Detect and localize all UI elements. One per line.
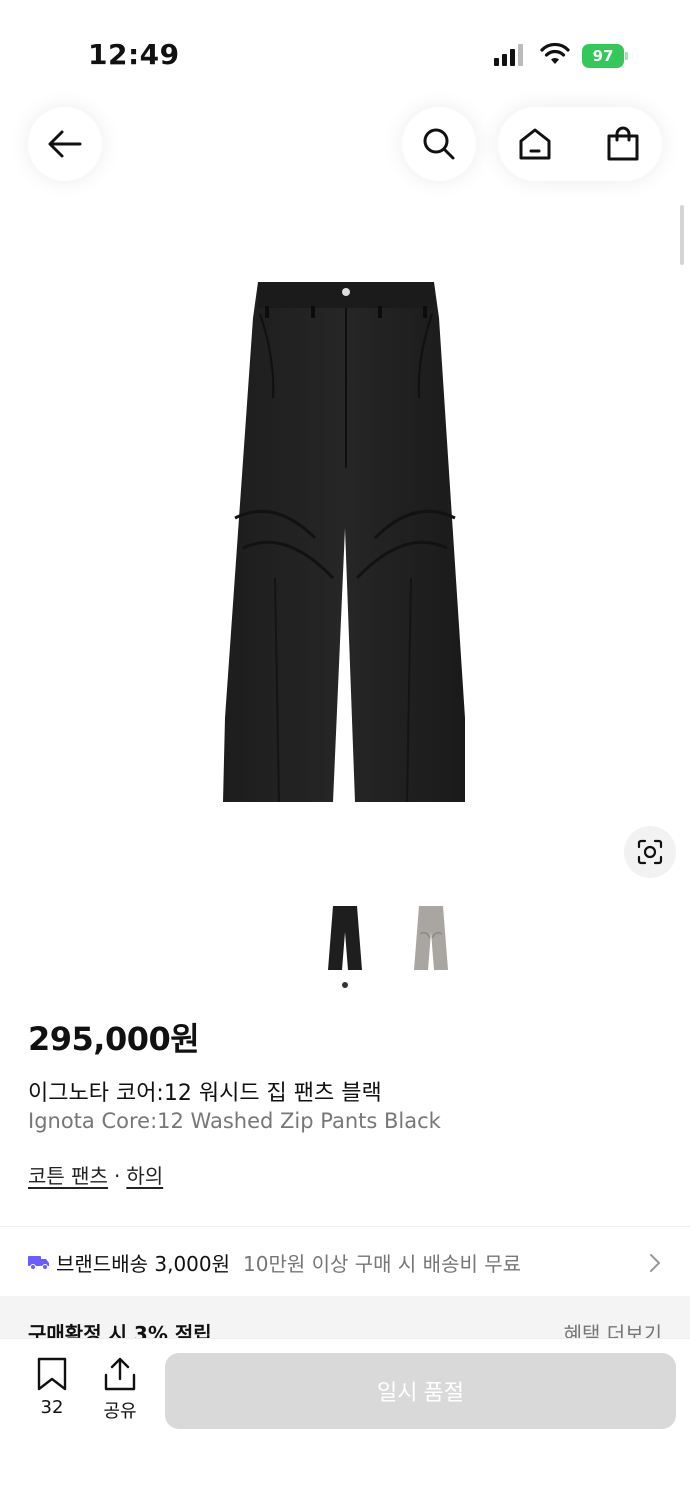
reward-points-text: 구매확정 시 3% 적립 [28, 1322, 212, 1340]
battery-cap [625, 52, 628, 60]
bottom-action-bar: 32 공유 일시 품절 [0, 1338, 690, 1500]
battery-indicator: 97 [582, 44, 628, 68]
category-link-cotton-pants[interactable]: 코튼 팬츠 [28, 1164, 108, 1188]
bookmark-icon [37, 1357, 67, 1391]
visual-search-button[interactable] [624, 826, 676, 878]
thumbnail-black-pants[interactable] [326, 904, 364, 972]
sold-out-button[interactable]: 일시 품절 [165, 1353, 676, 1429]
page-indicator-dot [342, 982, 348, 988]
share-label: 공유 [103, 1401, 137, 1422]
chevron-right-icon [650, 1254, 660, 1272]
shipping-info-row[interactable]: 브랜드배송 3,000원 10만원 이상 구매 시 배송비 무료 [0, 1228, 690, 1296]
benefit-row[interactable]: 구매확정 시 3% 적립 혜택 더보기 [0, 1296, 690, 1340]
status-time: 12:49 [88, 38, 180, 71]
thumbnail-carousel [0, 900, 690, 980]
status-bar: 12:49 97 [0, 0, 690, 100]
more-benefits-link[interactable]: 혜택 더보기 [564, 1318, 662, 1340]
cart-button[interactable] [596, 107, 650, 181]
battery-level: 97 [582, 44, 624, 68]
shipping-label: 브랜드배송 3,000원 [56, 1252, 231, 1276]
section-divider [0, 1226, 690, 1227]
shipping-condition: 10만원 이상 구매 시 배송비 무료 [243, 1252, 522, 1276]
share-icon [104, 1357, 136, 1391]
shopping-bag-icon [607, 126, 639, 161]
search-button[interactable] [402, 107, 476, 181]
bookmark-count: 32 [40, 1397, 64, 1418]
arrow-left-icon [48, 130, 82, 158]
thumbnail-gray-pants[interactable] [412, 904, 450, 972]
home-icon [519, 128, 551, 160]
cellular-signal-icon [494, 44, 523, 66]
wifi-icon [540, 42, 570, 64]
visual-search-icon [637, 839, 663, 865]
category-breadcrumb: 코튼 팬츠 · 하의 [28, 1160, 163, 1189]
home-button[interactable] [508, 107, 562, 181]
share-button[interactable]: 공유 [98, 1357, 142, 1422]
home-cart-group [498, 107, 662, 181]
product-price: 295,000원 [28, 1020, 200, 1058]
scroll-indicator[interactable] [680, 205, 684, 265]
category-separator: · [113, 1164, 121, 1188]
bookmark-button[interactable]: 32 [30, 1357, 74, 1418]
back-button[interactable] [28, 107, 102, 181]
search-icon [423, 128, 455, 160]
product-image[interactable] [215, 278, 475, 810]
category-link-bottoms[interactable]: 하의 [126, 1164, 163, 1188]
product-name-english: Ignota Core:12 Washed Zip Pants Black [28, 1109, 441, 1133]
product-name-korean: 이그노타 코어:12 워시드 집 팬츠 블랙 [28, 1081, 382, 1106]
truck-icon [28, 1256, 49, 1270]
